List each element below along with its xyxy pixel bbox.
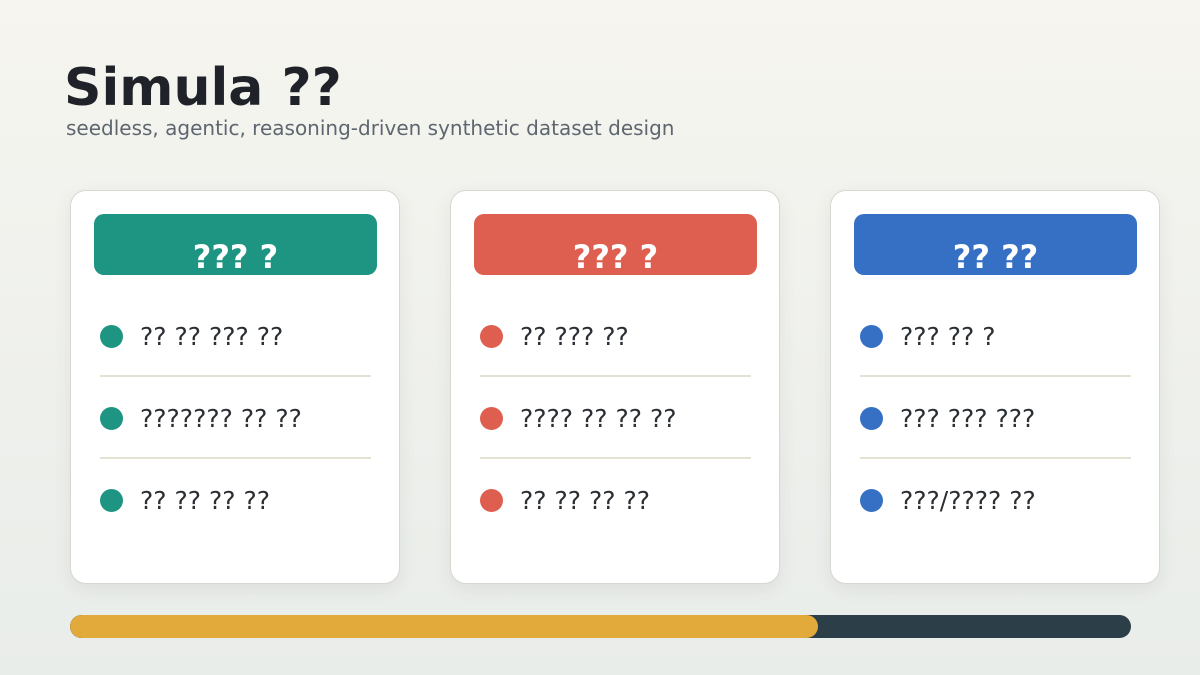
- bullet-dot-icon: [480, 325, 503, 348]
- card-1-item-3-text: ?? ?? ?? ??: [140, 486, 270, 515]
- card-3-item-1-text: ??? ?? ?: [900, 322, 996, 351]
- bullet-dot-icon: [100, 407, 123, 430]
- bullet-dot-icon: [860, 325, 883, 348]
- card-1: ??? ? ?? ?? ??? ?? ??????? ?? ?? ?? ?? ?…: [70, 190, 400, 584]
- bullet-dot-icon: [100, 489, 123, 512]
- card-2-item-1-text: ?? ??? ??: [520, 322, 629, 351]
- bullet-dot-icon: [480, 407, 503, 430]
- card-1-item-2-text: ??????? ?? ??: [140, 404, 302, 433]
- card-1-item-1-text: ?? ?? ??? ??: [140, 322, 284, 351]
- card-1-header: ??? ?: [94, 214, 377, 275]
- bullet-dot-icon: [100, 325, 123, 348]
- card-2-divider-1: [480, 375, 751, 377]
- card-3-item-3: ???/???? ??: [860, 486, 1131, 549]
- card-2-item-3-text: ?? ?? ?? ??: [520, 486, 650, 515]
- card-1-item-3: ?? ?? ?? ??: [100, 486, 371, 549]
- card-3-header-label: ?? ??: [952, 238, 1039, 275]
- bullet-dot-icon: [860, 407, 883, 430]
- card-3-item-2-text: ??? ??? ???: [900, 404, 1036, 433]
- bullet-dot-icon: [860, 489, 883, 512]
- card-3: ?? ?? ??? ?? ? ??? ??? ??? ???/???? ??: [830, 190, 1160, 584]
- card-2-header-label: ??? ?: [572, 238, 659, 275]
- bullet-dot-icon: [480, 489, 503, 512]
- card-2-item-2-text: ???? ?? ?? ??: [520, 404, 677, 433]
- slide-subtitle: seedless, agentic, reasoning-driven synt…: [66, 116, 675, 140]
- card-2-divider-2: [480, 457, 751, 459]
- card-3-divider-1: [860, 375, 1131, 377]
- card-1-divider-1: [100, 375, 371, 377]
- card-3-divider-2: [860, 457, 1131, 459]
- card-2-header: ??? ?: [474, 214, 757, 275]
- card-3-header: ?? ??: [854, 214, 1137, 275]
- card-2-item-3: ?? ?? ?? ??: [480, 486, 751, 549]
- card-2: ??? ? ?? ??? ?? ???? ?? ?? ?? ?? ?? ?? ?…: [450, 190, 780, 584]
- progress-bar-fill: [70, 615, 818, 638]
- card-1-header-label: ??? ?: [192, 238, 279, 275]
- progress-bar: [70, 615, 1131, 638]
- card-3-item-3-text: ???/???? ??: [900, 486, 1036, 515]
- card-1-divider-2: [100, 457, 371, 459]
